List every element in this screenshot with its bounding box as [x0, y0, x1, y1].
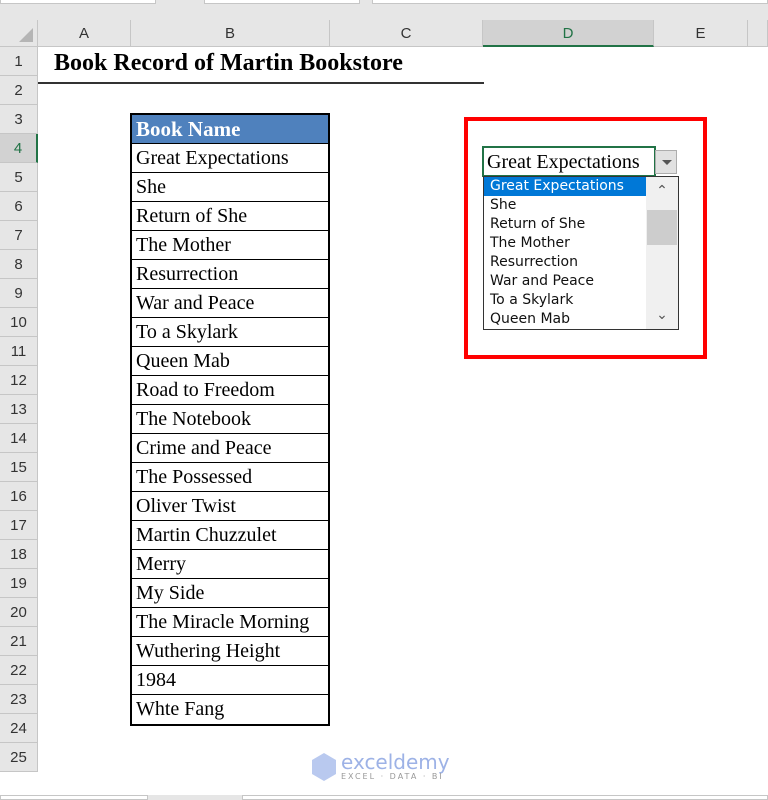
- row-header-6[interactable]: 6: [0, 192, 38, 221]
- book-cell[interactable]: The Possessed: [132, 463, 328, 492]
- table-header[interactable]: Book Name: [132, 115, 328, 144]
- dropdown-option[interactable]: Resurrection: [484, 253, 646, 272]
- book-cell[interactable]: War and Peace: [132, 289, 328, 318]
- book-cell[interactable]: To a Skylark: [132, 318, 328, 347]
- column-header-C[interactable]: C: [330, 20, 483, 47]
- book-cell[interactable]: The Notebook: [132, 405, 328, 434]
- row-header-13[interactable]: 13: [0, 395, 38, 424]
- select-all-button[interactable]: [0, 20, 38, 47]
- book-cell[interactable]: Great Expectations: [132, 144, 328, 173]
- column-header-B[interactable]: B: [131, 20, 330, 47]
- formula-input[interactable]: [372, 0, 768, 4]
- scrollbar-thumb[interactable]: [647, 210, 677, 245]
- column-header-D[interactable]: D: [483, 20, 654, 47]
- book-cell[interactable]: 1984: [132, 666, 328, 695]
- row-header-25[interactable]: 25: [0, 743, 38, 772]
- book-cell[interactable]: The Miracle Morning: [132, 608, 328, 637]
- name-box[interactable]: [0, 0, 156, 4]
- chevron-down-icon[interactable]: ⌄: [654, 308, 670, 322]
- watermark: exceldemy EXCEL · DATA · BI: [312, 752, 450, 782]
- book-cell[interactable]: Merry: [132, 550, 328, 579]
- row-header-24[interactable]: 24: [0, 714, 38, 743]
- book-cell[interactable]: Martin Chuzzulet: [132, 521, 328, 550]
- dropdown-arrow-button[interactable]: [655, 150, 677, 174]
- chevron-up-icon[interactable]: ⌃: [654, 184, 670, 198]
- formula-bar-area: [0, 0, 768, 20]
- book-cell[interactable]: Wuthering Height: [132, 637, 328, 666]
- row-header-8[interactable]: 8: [0, 250, 38, 279]
- book-cell[interactable]: Resurrection: [132, 260, 328, 289]
- dropdown-option[interactable]: Queen Mab: [484, 310, 646, 329]
- column-header-A[interactable]: A: [38, 20, 131, 47]
- row-header-23[interactable]: 23: [0, 685, 38, 714]
- book-cell[interactable]: Return of She: [132, 202, 328, 231]
- row-header-16[interactable]: 16: [0, 482, 38, 511]
- dropdown-option[interactable]: Great Expectations: [484, 177, 646, 196]
- dropdown-option[interactable]: To a Skylark: [484, 291, 646, 310]
- title-underline: [38, 82, 484, 84]
- row-header-17[interactable]: 17: [0, 511, 38, 540]
- column-header-E[interactable]: E: [654, 20, 748, 47]
- watermark-name: exceldemy: [341, 750, 450, 774]
- row-header-9[interactable]: 9: [0, 279, 38, 308]
- book-cell[interactable]: She: [132, 173, 328, 202]
- book-cell[interactable]: Crime and Peace: [132, 434, 328, 463]
- row-header-21[interactable]: 21: [0, 627, 38, 656]
- book-table: Book Name Great Expectations She Return of…: [130, 113, 330, 726]
- book-cell[interactable]: Road to Freedom: [132, 376, 328, 405]
- row-header-20[interactable]: 20: [0, 598, 38, 627]
- dropdown-cell[interactable]: Great Expectations: [482, 146, 656, 177]
- horizontal-scrollbar[interactable]: [242, 795, 768, 800]
- sheet-title: Book Record of Martin Bookstore: [54, 50, 403, 76]
- book-cell[interactable]: My Side: [132, 579, 328, 608]
- dropdown-list[interactable]: Great Expectations She Return of She The Mo…: [483, 176, 679, 330]
- row-header-11[interactable]: 11: [0, 337, 38, 366]
- exceldemy-logo-icon: [312, 753, 336, 781]
- list-scrollbar[interactable]: ⌃ ⌄: [646, 177, 678, 329]
- dropdown-option[interactable]: Return of She: [484, 215, 646, 234]
- row-header-10[interactable]: 10: [0, 308, 38, 337]
- row-header-22[interactable]: 22: [0, 656, 38, 685]
- dropdown-option[interactable]: The Mother: [484, 234, 646, 253]
- row-header-3[interactable]: 3: [0, 105, 38, 134]
- dropdown-option[interactable]: War and Peace: [484, 272, 646, 291]
- sheet-tab-nav[interactable]: [0, 795, 148, 800]
- row-header-14[interactable]: 14: [0, 424, 38, 453]
- dropdown-option[interactable]: She: [484, 196, 646, 215]
- book-cell[interactable]: Queen Mab: [132, 347, 328, 376]
- row-header-18[interactable]: 18: [0, 540, 38, 569]
- row-header-1[interactable]: 1: [0, 47, 38, 76]
- book-cell[interactable]: Oliver Twist: [132, 492, 328, 521]
- book-cell[interactable]: Whte Fang: [132, 695, 328, 724]
- sheet-tab-bar: [0, 795, 768, 800]
- row-header-7[interactable]: 7: [0, 221, 38, 250]
- watermark-tagline: EXCEL · DATA · BI: [341, 772, 444, 781]
- book-cell[interactable]: The Mother: [132, 231, 328, 260]
- row-header-5[interactable]: 5: [0, 163, 38, 192]
- column-header-partial[interactable]: [748, 20, 768, 47]
- row-header-12[interactable]: 12: [0, 366, 38, 395]
- row-header-19[interactable]: 19: [0, 569, 38, 598]
- formula-buttons[interactable]: [204, 0, 360, 4]
- row-header-2[interactable]: 2: [0, 76, 38, 105]
- row-header-15[interactable]: 15: [0, 453, 38, 482]
- row-header-4[interactable]: 4: [0, 134, 38, 163]
